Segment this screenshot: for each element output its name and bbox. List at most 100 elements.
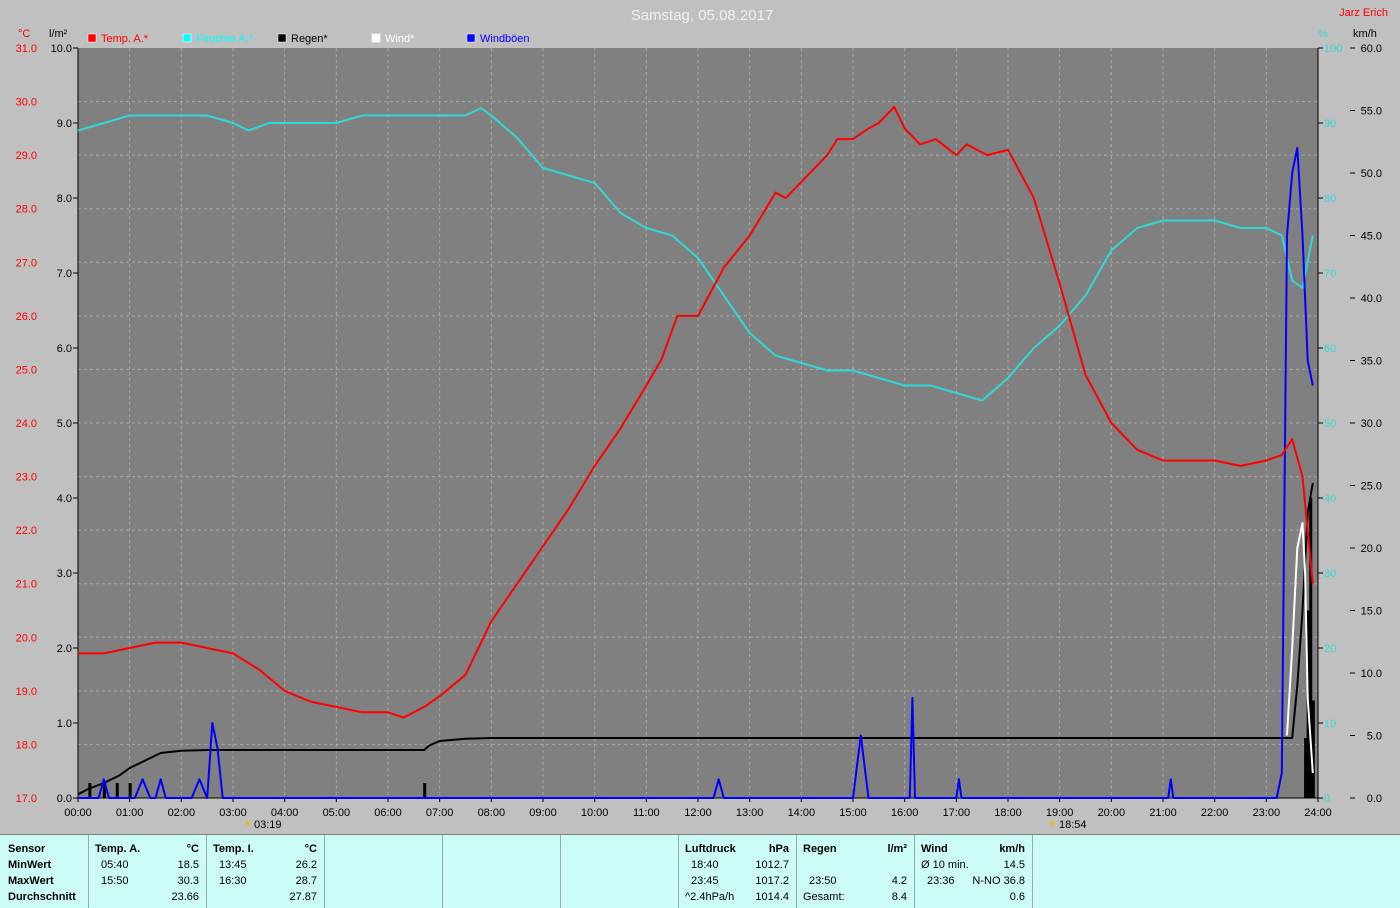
x-tick-label: 02:00 [168,807,196,819]
wind-day-avg: 0.6 [1009,891,1025,903]
sensor-header: Sensor [8,843,46,855]
hum-tick-label: 20 [1324,643,1336,655]
wind-axis-unit: km/h [1353,28,1377,40]
wind-tick-label: 50.0 [1361,168,1382,180]
wind-tick-label: 10.0 [1361,668,1382,680]
rain-axis-unit: l/m² [49,28,68,40]
x-tick-label: 23:00 [1253,807,1281,819]
wind-tick-label: 5.0 [1367,731,1382,743]
rain-bar [88,783,92,798]
temp-tick-label: 28.0 [16,204,37,216]
wind-tick-label: 30.0 [1361,418,1382,430]
pressure-column: Luftdruck hPa 18:40 1012.7 23:45 1017.2 … [678,835,797,908]
legend-label: Windböen [480,33,530,45]
wind-tick-label: 60.0 [1361,43,1382,55]
temp-tick-label: 21.0 [16,579,37,591]
x-tick-label: 04:00 [271,807,299,819]
x-tick-label: 01:00 [116,807,144,819]
wind-tick-label: 35.0 [1361,356,1382,368]
temp-a-avg: 23.66 [171,891,199,903]
rain-total-label: Gesamt: [803,891,845,903]
hum-tick-label: 90 [1324,118,1336,130]
x-tick-label: 00:00 [64,807,92,819]
rain-max: 4.2 [891,875,907,887]
x-tick-label: 19:00 [1046,807,1074,819]
wind-tick-label: 55.0 [1361,106,1382,118]
wind-tick-label: 20.0 [1361,543,1382,555]
rain-header: Regen [803,843,837,855]
x-tick-label: 18:00 [994,807,1022,819]
wind-tick-label: 15.0 [1361,606,1382,618]
temp-a-max: 30.3 [177,875,199,887]
author-label: Jarz Erich [1339,7,1388,19]
legend-label: Wind* [385,33,415,45]
temp-tick-label: 31.0 [16,43,37,55]
temp-tick-label: 20.0 [16,632,37,644]
hum-axis-unit: % [1318,28,1328,40]
rain-max-time: 23:50 [809,875,837,887]
hum-tick-label: 40 [1324,493,1336,505]
temp-i-min: 26.2 [295,859,317,871]
x-tick-label: 09:00 [529,807,557,819]
temp-tick-label: 19.0 [16,686,37,698]
rain-tick-label: 8.0 [57,193,72,205]
hum-tick-label: 80 [1324,193,1336,205]
sensor-column: Sensor MinWert MaxWert Durchschnitt [0,835,88,908]
empty-column-3 [560,835,679,908]
temp-tick-label: 27.0 [16,257,37,269]
legend-swatch [466,33,476,43]
legend-label: Regen* [291,33,328,45]
hum-tick-label: 30 [1324,568,1336,580]
legend-swatch [182,33,192,43]
temp-tick-label: 17.0 [16,793,37,805]
x-tick-label: 10:00 [581,807,609,819]
wind-tick-label: 40.0 [1361,293,1382,305]
rain-tick-label: 5.0 [57,418,72,430]
row-label-avg: Durchschnitt [8,891,76,903]
rain-tick-label: 4.0 [57,493,72,505]
hum-tick-label: 60 [1324,343,1336,355]
rain-bar [115,783,119,798]
pressure-header: Luftdruck [685,843,736,855]
sunrise-icon: ☀ [243,819,252,830]
pressure-min: 1012.7 [755,859,789,871]
empty-column-4 [1032,835,1400,908]
rain-total: 8.4 [891,891,907,903]
x-tick-label: 21:00 [1149,807,1177,819]
temp-tick-label: 22.0 [16,525,37,537]
x-tick-label: 15:00 [839,807,867,819]
pressure-max: 1017.2 [755,875,789,887]
x-tick-label: 13:00 [736,807,764,819]
pressure-avg: 1014.4 [755,891,789,903]
temp-a-header: Temp. A. [95,843,141,855]
temp-tick-label: 26.0 [16,311,37,323]
rain-tick-label: 2.0 [57,643,72,655]
x-tick-label: 22:00 [1201,807,1229,819]
legend-label: Temp. A.* [101,33,149,45]
sunset-icon: ☀ [1048,819,1057,830]
x-tick-label: 12:00 [684,807,712,819]
temp-i-column: Temp. I. °C 13:45 26.2 16:30 28.7 27.87 [206,835,325,908]
temp-i-avg: 27.87 [289,891,317,903]
wind-max-time: 23:36 [927,875,955,887]
legend-label: Feuchte A.* [196,33,254,45]
hum-tick-label: 0 [1324,793,1330,805]
row-label-max: MaxWert [8,875,54,887]
temp-i-min-time: 13:45 [219,859,247,871]
hum-tick-label: 100 [1324,43,1342,55]
x-tick-label: 24:00 [1304,807,1332,819]
temp-i-header: Temp. I. [213,843,254,855]
x-tick-label: 16:00 [891,807,919,819]
x-tick-label: 14:00 [788,807,816,819]
weather-chart: Samstag, 05.08.2017 Jarz Erich °C l/m² %… [16,7,1388,831]
rain-tick-label: 1.0 [57,718,72,730]
rain-tick-label: 10.0 [51,43,72,55]
sun-markers: ☀ 03:19 ☀ 18:54 [243,819,1087,831]
rain-unit: l/m² [887,843,907,855]
empty-column-1 [324,835,443,908]
hum-tick-label: 10 [1324,718,1336,730]
wind-unit: km/h [999,843,1025,855]
rain-tick-label: 3.0 [57,568,72,580]
wind-column: Wind km/h Ø 10 min. 14.5 23:36 N-NO 36.8… [914,835,1033,908]
temp-axis-unit: °C [18,28,30,40]
